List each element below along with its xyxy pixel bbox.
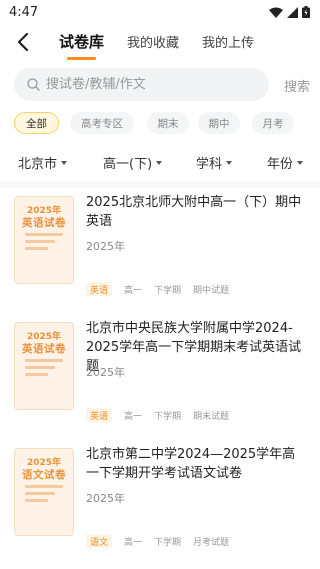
wifi-icon xyxy=(269,7,283,18)
paper-year: 2025年 xyxy=(86,366,125,379)
filter-year[interactable]: 年份 xyxy=(267,153,304,172)
paper-tags: 英语 高一 下学期 期末试题 xyxy=(86,408,229,422)
filter-label: 北京市 xyxy=(18,157,58,172)
chevron-left-icon xyxy=(17,33,29,51)
subject-tag: 英语 xyxy=(86,408,113,422)
header: 试卷库 我的收藏 我的上传 xyxy=(0,26,320,60)
type-tag: 期末试题 xyxy=(193,411,230,422)
subject-tag: 英语 xyxy=(86,282,113,296)
filter-label: 学科 xyxy=(196,157,223,172)
search-box[interactable] xyxy=(14,68,269,101)
search-input[interactable] xyxy=(46,77,246,92)
chip-all[interactable]: 全部 xyxy=(14,112,59,134)
subject-tag: 语文 xyxy=(86,534,113,548)
caret-down-icon xyxy=(61,160,68,165)
back-button[interactable] xyxy=(12,31,34,53)
filter-row: 北京市 高一(下) 学科 年份 xyxy=(0,150,320,174)
caret-down-icon xyxy=(226,160,233,165)
tab-label: 试卷库 xyxy=(59,33,105,51)
search-icon xyxy=(27,78,40,91)
thumbnail-title: 英语试卷 xyxy=(22,217,66,229)
status-time: 4:47 xyxy=(9,4,39,20)
paper-thumbnail[interactable]: 2025年 英语试卷 xyxy=(14,196,74,284)
grade-tag: 高一 xyxy=(124,285,143,296)
thumbnail-lines xyxy=(25,233,63,254)
thumbnail-title: 英语试卷 xyxy=(22,343,66,355)
chip-monthly[interactable]: 月考 xyxy=(252,112,294,134)
grade-tag: 高一 xyxy=(124,411,143,422)
caret-down-icon xyxy=(156,160,163,165)
type-tag: 月考试题 xyxy=(193,537,230,548)
filter-label: 年份 xyxy=(267,157,294,172)
filter-grade[interactable]: 高一(下) xyxy=(103,153,163,172)
filter-region[interactable]: 北京市 xyxy=(18,153,68,172)
thumbnail-lines xyxy=(25,359,63,380)
paper-item[interactable]: 2025年 英语试卷 北京市中央民族大学附属中学2024-2025学年高一下学期… xyxy=(0,318,320,444)
filter-subject[interactable]: 学科 xyxy=(196,153,233,172)
paper-tags: 英语 高一 下学期 期中试题 xyxy=(86,282,229,296)
chip-midterm[interactable]: 期中 xyxy=(198,112,240,134)
paper-thumbnail[interactable]: 2025年 英语试卷 xyxy=(14,322,74,410)
paper-year: 2025年 xyxy=(86,240,125,253)
paper-thumbnail[interactable]: 2025年 语文试卷 xyxy=(14,448,74,536)
status-icons xyxy=(269,6,310,18)
tab-my-favorites[interactable]: 我的收藏 xyxy=(127,32,179,51)
paper-year: 2025年 xyxy=(86,492,125,505)
term-tag: 下学期 xyxy=(154,285,182,296)
search-row: 搜索 xyxy=(0,68,320,102)
battery-icon xyxy=(302,6,310,18)
thumbnail-title: 语文试卷 xyxy=(22,469,66,481)
tab-bar: 试卷库 我的收藏 我的上传 xyxy=(0,26,320,60)
paper-title[interactable]: 2025北京北师大附中高一（下）期中英语 xyxy=(86,193,306,231)
paper-title[interactable]: 北京市第二中学2024—2025学年高一下学期开学考试语文试卷 xyxy=(86,445,306,483)
chip-gaokao[interactable]: 高考专区 xyxy=(70,112,134,134)
term-tag: 下学期 xyxy=(154,411,182,422)
paper-tags: 语文 高一 下学期 月考试题 xyxy=(86,534,229,548)
filter-label: 高一(下) xyxy=(103,157,153,172)
chip-final[interactable]: 期末 xyxy=(147,112,189,134)
search-button[interactable]: 搜索 xyxy=(284,76,310,95)
tab-paper-library[interactable]: 试卷库 xyxy=(59,31,105,60)
paper-item[interactable]: 2025年 语文试卷 北京市第二中学2024—2025学年高一下学期开学考试语文… xyxy=(0,444,320,569)
section-divider xyxy=(0,182,320,188)
term-tag: 下学期 xyxy=(154,537,182,548)
active-tab-indicator xyxy=(67,57,97,60)
thumbnail-lines xyxy=(25,485,63,506)
type-tag: 期中试题 xyxy=(193,285,230,296)
signal-icon xyxy=(287,6,298,18)
paper-item[interactable]: 2025年 英语试卷 2025北京北师大附中高一（下）期中英语 2025年 英语… xyxy=(0,192,320,318)
status-bar: 4:47 xyxy=(0,0,320,24)
tab-my-uploads[interactable]: 我的上传 xyxy=(202,32,254,51)
caret-down-icon xyxy=(297,160,304,165)
grade-tag: 高一 xyxy=(124,537,143,548)
